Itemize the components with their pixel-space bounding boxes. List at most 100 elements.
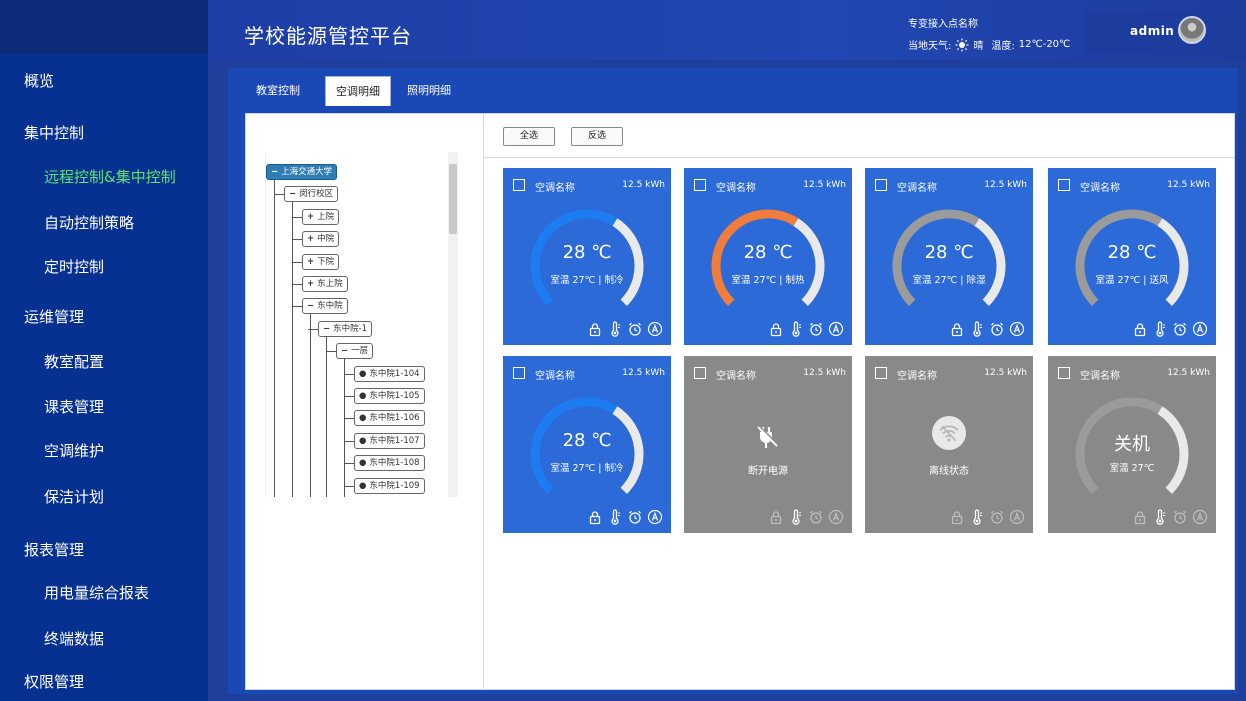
ac-card-checkbox[interactable]: [513, 179, 525, 191]
auto-mode-icon[interactable]: [647, 509, 663, 525]
collapse-icon[interactable]: −: [323, 324, 333, 334]
auto-mode-icon[interactable]: [647, 321, 663, 337]
lock-icon[interactable]: [949, 321, 965, 337]
thermometer-icon[interactable]: [607, 321, 623, 337]
nav-group-overview[interactable]: 概览: [24, 70, 54, 91]
nav-item-auto-strategy[interactable]: 自动控制策略: [44, 212, 134, 233]
thermometer-icon[interactable]: [788, 321, 804, 337]
thermometer-icon[interactable]: [969, 321, 985, 337]
alarm-clock-icon[interactable]: [1172, 321, 1188, 337]
lock-icon[interactable]: [1132, 509, 1148, 525]
leaf-dot-icon[interactable]: ●: [359, 458, 369, 468]
tree-node-root[interactable]: − 上海交通大学: [266, 164, 338, 180]
tab-classroom-control[interactable]: 教室控制: [246, 76, 310, 106]
tree-scrollbar-thumb[interactable]: [449, 164, 457, 234]
tree-node-room[interactable]: ● 东中院1-108: [354, 455, 425, 472]
lock-icon[interactable]: [587, 509, 603, 525]
tab-lighting-detail[interactable]: 照明明细: [397, 76, 461, 106]
tree-node-court[interactable]: + 东上院: [302, 276, 348, 292]
tab-ac-detail[interactable]: 空调明细: [325, 76, 391, 106]
auto-mode-icon[interactable]: [1009, 321, 1025, 337]
collapse-icon[interactable]: −: [289, 189, 299, 199]
tree-scrollbar[interactable]: [448, 152, 458, 497]
select-all-button[interactable]: 全选: [503, 127, 555, 146]
leaf-dot-icon[interactable]: ●: [359, 481, 369, 491]
ac-card-checkbox[interactable]: [1058, 367, 1070, 379]
auto-mode-icon[interactable]: [828, 509, 844, 525]
ac-card[interactable]: 空调名称 12.5 kWh 关机 室温 27℃: [1048, 356, 1216, 533]
thermometer-icon[interactable]: [969, 509, 985, 525]
nav-group-reports[interactable]: 报表管理: [24, 539, 84, 560]
tree-node-court[interactable]: + 下院: [302, 253, 340, 270]
ac-card-checkbox[interactable]: [694, 367, 706, 379]
tree-node-room[interactable]: ● 东中院1-105: [354, 388, 425, 404]
expand-icon[interactable]: +: [307, 234, 317, 244]
ac-card[interactable]: 空调名称 12.5 kWh 离线状态: [865, 356, 1033, 533]
nav-item-classroom-config[interactable]: 教室配置: [44, 351, 104, 372]
lock-icon[interactable]: [768, 509, 784, 525]
auto-mode-icon[interactable]: [1192, 321, 1208, 337]
location-tree[interactable]: − 上海交通大学 − 闵行校区 + 上院 + 中院 + 下院 + 东上院 − 东中院 − 东中…: [265, 152, 458, 497]
alarm-clock-icon[interactable]: [808, 321, 824, 337]
tree-node-court[interactable]: + 上院: [302, 208, 340, 225]
expand-icon[interactable]: +: [307, 279, 317, 289]
alarm-clock-icon[interactable]: [808, 509, 824, 525]
tree-node-room[interactable]: ● 东中院1-107: [354, 432, 425, 449]
nav-group-ops[interactable]: 运维管理: [24, 306, 84, 327]
collapse-icon[interactable]: −: [307, 301, 317, 311]
ac-card[interactable]: 空调名称 12.5 kWh 28 ℃ 室温 27℃ | 制热: [684, 168, 852, 345]
tree-node-building[interactable]: − 东中院-1: [318, 320, 373, 337]
temperature-gauge[interactable]: [525, 204, 649, 328]
tree-node-room[interactable]: ● 东中院1-104: [354, 365, 425, 382]
collapse-icon[interactable]: −: [341, 346, 351, 356]
nav-group-central-control[interactable]: 集中控制: [24, 122, 84, 143]
temperature-gauge[interactable]: [525, 392, 649, 516]
ac-card[interactable]: 空调名称 12.5 kWh 28 ℃ 室温 27℃ | 制冷: [503, 356, 671, 533]
tree-node-floor[interactable]: − 一层: [336, 343, 374, 360]
nav-item-schedule[interactable]: 课表管理: [44, 396, 104, 417]
thermometer-icon[interactable]: [1152, 321, 1168, 337]
ac-card-checkbox[interactable]: [875, 179, 887, 191]
alarm-clock-icon[interactable]: [989, 321, 1005, 337]
thermometer-icon[interactable]: [788, 509, 804, 525]
temperature-gauge[interactable]: [1070, 204, 1194, 328]
lock-icon[interactable]: [768, 321, 784, 337]
invert-select-button[interactable]: 反选: [571, 127, 623, 146]
auto-mode-icon[interactable]: [1009, 509, 1025, 525]
leaf-dot-icon[interactable]: ●: [359, 436, 369, 446]
ac-card[interactable]: 空调名称 12.5 kWh 28 ℃ 室温 27℃ | 送风: [1048, 168, 1216, 345]
tree-node-room[interactable]: ● 东中院1-106: [354, 410, 425, 427]
nav-item-timer-control[interactable]: 定时控制: [44, 256, 104, 277]
nav-item-ac-maintenance[interactable]: 空调维护: [44, 440, 104, 461]
lock-icon[interactable]: [949, 509, 965, 525]
ac-card-checkbox[interactable]: [1058, 179, 1070, 191]
tree-node-court[interactable]: + 中院: [302, 231, 340, 248]
nav-group-permissions[interactable]: 权限管理: [24, 671, 84, 692]
nav-item-terminal-data[interactable]: 终端数据: [44, 628, 104, 649]
nav-item-cleaning-plan[interactable]: 保洁计划: [44, 486, 104, 507]
ac-card[interactable]: 空调名称 12.5 kWh 28 ℃ 室温 27℃ | 除湿: [865, 168, 1033, 345]
ac-card-checkbox[interactable]: [513, 367, 525, 379]
alarm-clock-icon[interactable]: [989, 509, 1005, 525]
temperature-gauge[interactable]: [706, 204, 830, 328]
nav-item-power-report[interactable]: 用电量综合报表: [44, 582, 149, 603]
thermometer-icon[interactable]: [1152, 509, 1168, 525]
auto-mode-icon[interactable]: [1192, 509, 1208, 525]
tree-node-campus[interactable]: − 闵行校区: [284, 186, 339, 203]
collapse-icon[interactable]: −: [271, 167, 281, 177]
alarm-clock-icon[interactable]: [627, 321, 643, 337]
lock-icon[interactable]: [1132, 321, 1148, 337]
expand-icon[interactable]: +: [307, 257, 317, 267]
ac-card[interactable]: 空调名称 12.5 kWh 28 ℃ 室温 27℃ | 制冷: [503, 168, 671, 345]
tree-node-court[interactable]: − 东中院: [302, 298, 348, 315]
auto-mode-icon[interactable]: [828, 321, 844, 337]
leaf-dot-icon[interactable]: ●: [359, 413, 369, 423]
user-name[interactable]: admin: [1130, 24, 1174, 38]
thermometer-icon[interactable]: [607, 509, 623, 525]
avatar[interactable]: [1178, 16, 1206, 44]
nav-item-remote-control[interactable]: 远程控制&集中控制: [44, 166, 176, 187]
ac-card-checkbox[interactable]: [875, 367, 887, 379]
lock-icon[interactable]: [587, 321, 603, 337]
alarm-clock-icon[interactable]: [1172, 509, 1188, 525]
leaf-dot-icon[interactable]: ●: [359, 369, 369, 379]
